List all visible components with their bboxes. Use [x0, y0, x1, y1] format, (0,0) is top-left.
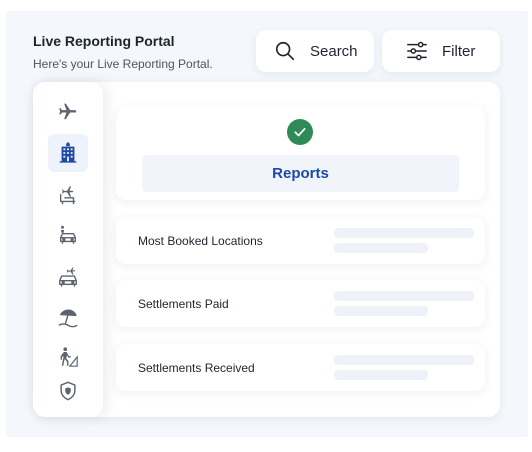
- flight-car-icon: [59, 267, 77, 287]
- reports-title[interactable]: Reports: [142, 155, 459, 192]
- shield-icon: [60, 381, 76, 401]
- beach-umbrella-icon: [58, 309, 78, 328]
- report-row-label: Most Booked Locations: [138, 234, 263, 248]
- skeleton-line: [334, 370, 428, 380]
- search-button-label: Search: [310, 42, 358, 60]
- skeleton-line: [334, 228, 474, 238]
- hiking-icon: [60, 347, 78, 367]
- sidebar-item-holidays[interactable]: [48, 298, 88, 336]
- sidebar-item-hotels[interactable]: [48, 134, 88, 172]
- sidebar-item-flight-seat[interactable]: [48, 176, 88, 214]
- flight-seat-icon: [59, 186, 76, 205]
- skeleton-line: [334, 355, 474, 365]
- search-icon: [274, 40, 296, 62]
- hotel-icon: [59, 142, 77, 163]
- report-row-label: Settlements Paid: [138, 297, 229, 311]
- filter-button[interactable]: Filter: [382, 30, 500, 72]
- report-row-settlements-paid[interactable]: Settlements Paid: [116, 280, 485, 327]
- skeleton-line: [334, 243, 428, 253]
- sliders-icon: [406, 40, 428, 62]
- car-transfer-icon: [59, 225, 77, 244]
- filter-button-label: Filter: [442, 42, 476, 60]
- sidebar-item-insurance[interactable]: [48, 372, 88, 410]
- check-circle-icon: [287, 119, 313, 145]
- sidebar-item-flights[interactable]: [48, 92, 88, 130]
- reports-card: Reports: [116, 107, 485, 200]
- sidebar-item-activities[interactable]: [48, 338, 88, 376]
- report-row-settlements-received[interactable]: Settlements Received: [116, 344, 485, 391]
- search-button[interactable]: Search: [256, 30, 374, 72]
- page-subtitle: Here's your Live Reporting Portal.: [33, 57, 213, 71]
- sidebar-item-transfers[interactable]: [48, 216, 88, 254]
- sidebar-item-fly-drive[interactable]: [48, 258, 88, 296]
- skeleton-line: [334, 306, 428, 316]
- page-title: Live Reporting Portal: [33, 33, 175, 49]
- report-row-label: Settlements Received: [138, 361, 255, 375]
- report-row-most-booked-locations[interactable]: Most Booked Locations: [116, 217, 485, 264]
- sidebar: [33, 82, 103, 417]
- skeleton-line: [334, 291, 474, 301]
- airplane-icon: [59, 103, 77, 120]
